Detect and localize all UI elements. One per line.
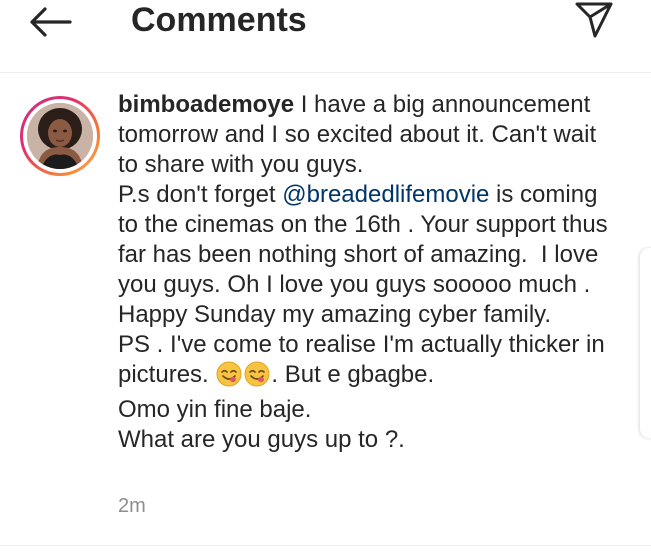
avatar-ring-gap [23,99,97,173]
comment-username[interactable]: bimboademoye [118,91,294,118]
header-divider [0,72,651,73]
send-button[interactable] [571,0,617,40]
comments-header: Comments [0,0,651,72]
face-savoring-food-emoji [244,361,270,395]
profile-photo [27,103,93,169]
send-paper-plane-icon [575,2,613,38]
mention-link[interactable]: @breadedlifemovie [282,181,489,208]
profile-photo-illustration [27,103,93,169]
face-savoring-food-emoji [216,361,242,395]
comment-text-part-2: is coming to the cinemas on the 16th . Y… [118,181,608,388]
back-button[interactable] [24,0,76,44]
arrow-left-icon [30,7,72,37]
comment-text: bimboademoye I have a big announcement t… [118,90,618,455]
page-title: Comments [131,1,307,39]
avatar[interactable] [20,96,100,176]
comment-timestamp: 2m [118,495,146,517]
bottom-divider [0,545,651,546]
scroll-handle[interactable] [640,248,651,438]
